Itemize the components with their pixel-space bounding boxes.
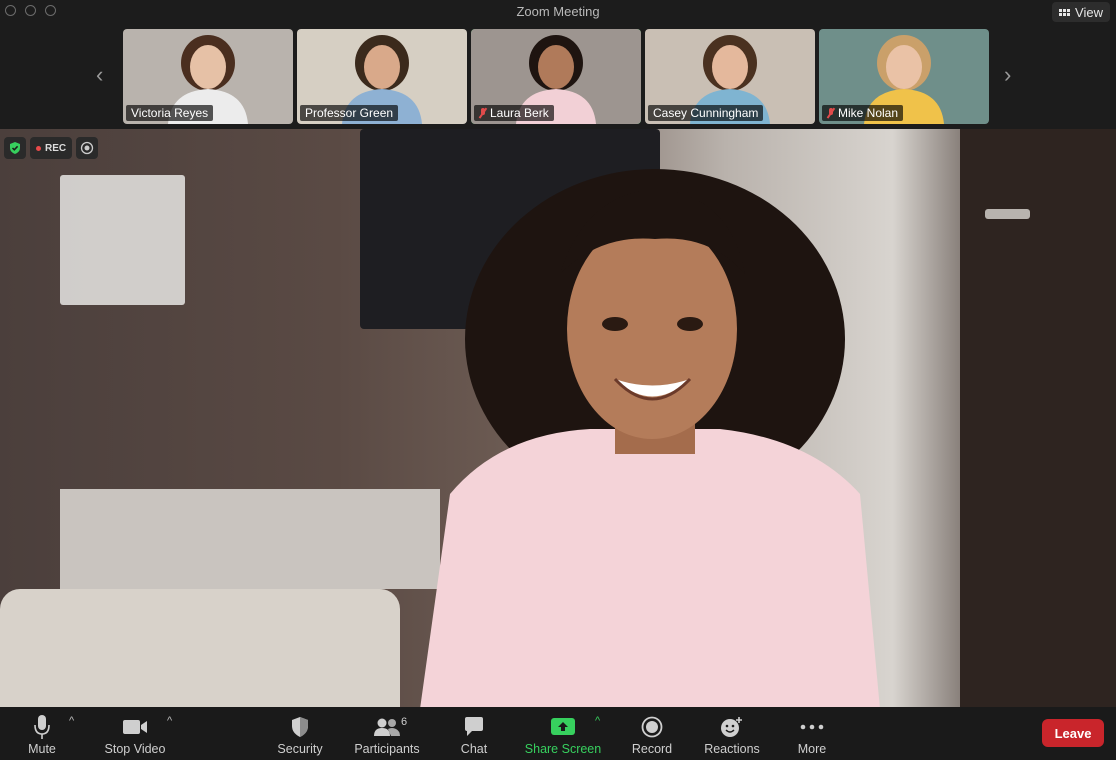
muted-microphone-icon [827,108,835,118]
share-screen-button[interactable]: Share Screen [522,707,604,760]
participant-name-tag: Victoria Reyes [126,105,214,121]
video-options-chevron-icon[interactable]: ^ [167,715,172,727]
participant-name: Victoria Reyes [131,106,209,120]
shield-icon [290,713,310,741]
participants-icon: 6 [373,713,407,741]
participant-strip: ‹ Victoria Reyes Professor Green Laura Ber… [0,24,1116,129]
smiley-plus-icon [720,713,744,741]
participant-name: Professor Green [305,106,394,120]
active-speaker-video [0,129,1116,707]
status-badges: REC [4,137,99,159]
participant-name: Casey Cunningham [653,106,759,120]
chat-button[interactable]: Chat [456,707,492,760]
recording-dot-icon [36,145,41,151]
participant-tile[interactable]: Victoria Reyes [123,29,293,124]
muted-microphone-icon [479,108,487,118]
participants-button[interactable]: 6 Participants [350,707,424,760]
view-button-label: View [1075,4,1103,20]
background-wall-art [60,175,185,305]
next-page-arrow-icon[interactable]: › [1004,62,1011,88]
participant-tile[interactable]: Mike Nolan [819,29,989,124]
speaker-person [420,169,880,707]
background-door [960,129,1116,707]
focus-mode-icon[interactable] [76,137,99,159]
window-title: Zoom Meeting [516,4,600,19]
share-options-chevron-icon[interactable]: ^ [595,715,600,727]
participant-name: Laura Berk [490,106,549,120]
meeting-toolbar: Mute ^ Stop Video ^ Security 6 Participa… [0,707,1116,760]
chat-bubble-icon [463,713,485,741]
mute-button[interactable]: Mute [24,707,60,760]
recording-indicator[interactable]: REC [30,137,73,159]
video-camera-icon [122,713,148,741]
participants-label: Participants [354,742,420,756]
participant-name: Mike Nolan [838,106,899,120]
title-bar: Zoom Meeting View [0,0,1116,24]
participant-tile[interactable]: Laura Berk [471,29,641,124]
more-button[interactable]: More [792,707,832,760]
reactions-button[interactable]: Reactions [700,707,764,760]
audio-options-chevron-icon[interactable]: ^ [69,715,74,727]
recording-label: REC [45,142,67,154]
reactions-label: Reactions [704,742,760,756]
participant-name-tag: Mike Nolan [822,105,904,121]
background-door-handle [985,209,1030,219]
participant-name-tag: Professor Green [300,105,399,121]
stop-video-button[interactable]: Stop Video [100,707,170,760]
view-button[interactable]: View [1052,2,1110,22]
share-screen-icon [550,713,576,741]
chat-label: Chat [460,742,488,756]
record-label: Record [631,742,673,756]
microphone-icon [33,713,51,741]
mute-label: Mute [28,742,56,756]
background-sofa [0,589,400,707]
participant-name-tag: Laura Berk [474,105,554,121]
background-cabinet [60,489,440,589]
stop-video-label: Stop Video [104,742,166,756]
grid-icon [1059,8,1071,16]
record-button[interactable]: Record [628,707,676,760]
previous-page-arrow-icon[interactable]: ‹ [96,62,103,88]
participants-count: 6 [401,716,408,728]
security-label: Security [277,742,323,756]
ellipsis-icon [800,713,824,741]
record-icon [641,713,663,741]
more-label: More [797,742,827,756]
security-button[interactable]: Security [272,707,328,760]
encryption-shield-icon[interactable] [4,137,26,159]
share-screen-label: Share Screen [524,742,602,756]
participant-tile[interactable]: Professor Green [297,29,467,124]
leave-button[interactable]: Leave [1042,719,1104,747]
participant-name-tag: Casey Cunningham [648,105,764,121]
participant-tile[interactable]: Casey Cunningham [645,29,815,124]
